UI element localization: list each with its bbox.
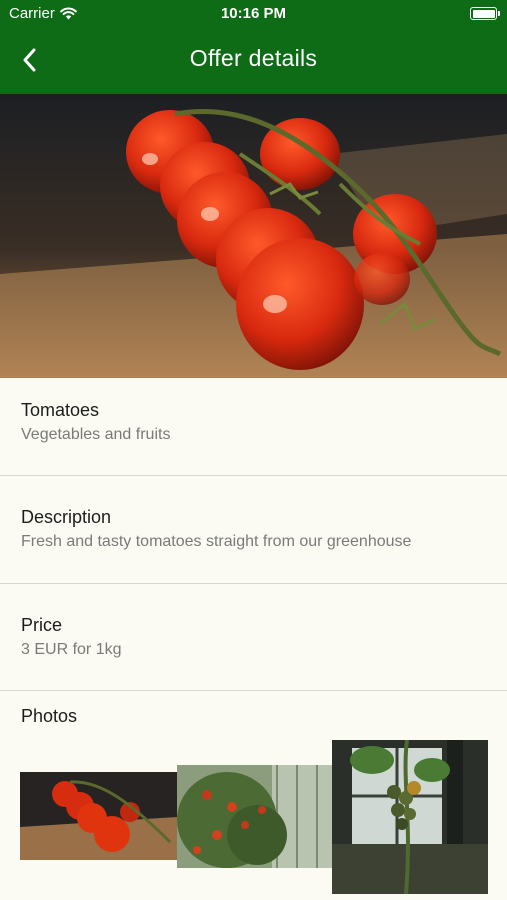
status-time: 10:16 PM	[220, 5, 287, 22]
photos-label: Photos	[21, 706, 78, 726]
photo-thumbnail-2[interactable]	[177, 765, 332, 868]
status-bar: Carrier 10:16 PM	[0, 0, 507, 28]
price-section: Price 3 EUR for 1kg	[0, 584, 507, 691]
page-title: Offer details	[189, 45, 318, 71]
battery-icon	[470, 7, 500, 20]
description-text: Fresh and tasty tomatoes straight from o…	[21, 533, 412, 550]
description-section: Description Fresh and tasty tomatoes str…	[0, 476, 507, 584]
product-section: Tomatoes Vegetables and fruits	[0, 378, 507, 476]
product-category: Vegetables and fruits	[21, 426, 171, 443]
navigation-bar: Offer details	[0, 28, 507, 94]
app-header: Carrier 10:16 PM Offer details	[0, 0, 507, 94]
description-label: Description	[21, 507, 112, 527]
price-label: Price	[21, 615, 63, 635]
hero-image	[0, 94, 507, 378]
photo-thumbnail-1[interactable]	[20, 772, 177, 860]
photo-thumbnail-3[interactable]	[332, 740, 488, 894]
price-text: 3 EUR for 1kg	[21, 641, 122, 658]
product-name: Tomatoes	[21, 400, 100, 420]
